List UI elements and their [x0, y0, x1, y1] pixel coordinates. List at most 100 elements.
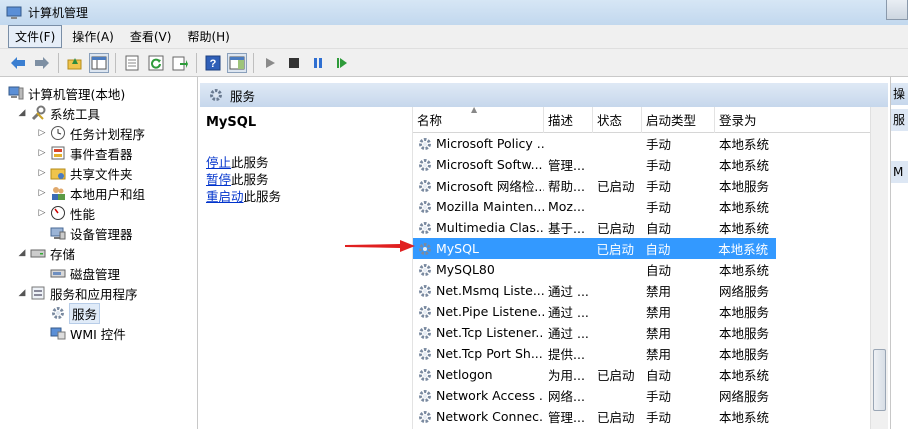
actions-pane-item[interactable]: M [891, 161, 908, 183]
forward-button[interactable] [32, 53, 52, 73]
pause-service-action: 暂停此服务 [206, 171, 404, 188]
table-row[interactable]: Net.Pipe Listene... 通过 ... 禁用 本地服务 [413, 301, 870, 322]
tree-node-wmi-control[interactable]: WMI 控件 [0, 323, 197, 343]
table-row[interactable]: Net.Tcp Listener... 通过 ... 禁用 本地服务 [413, 322, 870, 343]
column-header-description[interactable]: 描述 [544, 107, 593, 133]
service-description-cell: 提供... [548, 347, 585, 362]
up-folder-button[interactable] [65, 53, 85, 73]
collapsed-triangle-icon[interactable]: ▷ [36, 147, 48, 159]
device-manager-icon [50, 225, 66, 241]
service-description-cell: 通过 ... [548, 326, 589, 341]
vertical-scrollbar[interactable] [870, 107, 888, 429]
pause-service-button[interactable] [308, 53, 328, 73]
service-logon-cell: 本地系统 [719, 137, 770, 152]
collapsed-triangle-icon[interactable]: ▷ [36, 187, 48, 199]
menu-action[interactable]: 操作(A) [66, 26, 120, 47]
expanded-triangle-icon[interactable]: ◢ [16, 287, 28, 299]
table-row[interactable]: Net.Tcp Port Sh... 提供... 禁用 本地服务 [413, 343, 870, 364]
stop-service-button[interactable] [284, 53, 304, 73]
action-pane-icon [229, 56, 245, 69]
tree-node-performance[interactable]: ▷ 性能 [0, 203, 197, 223]
console-tree: 计算机管理(本地) ◢ 系统工具 ▷ 任务计划程序 ▷ 事件查看器 ▷ 共享文件… [0, 77, 198, 429]
export-list-button[interactable] [170, 53, 190, 73]
table-row[interactable]: Net.Msmq Liste... 通过 ... 禁用 网络服务 [413, 280, 870, 301]
tree-node-system-tools[interactable]: ◢ 系统工具 [0, 103, 197, 123]
collapsed-triangle-icon[interactable]: ▷ [36, 167, 48, 179]
actions-pane-item[interactable]: 服 [891, 109, 908, 131]
help-button[interactable]: ? [203, 53, 223, 73]
table-row[interactable]: Netlogon 为用... 已启动 自动 本地系统 [413, 364, 870, 385]
refresh-button[interactable] [146, 53, 166, 73]
pause-service-link[interactable]: 暂停 [206, 172, 231, 187]
computer-management-icon [6, 6, 22, 19]
expanded-triangle-icon[interactable]: ◢ [16, 247, 28, 259]
table-row[interactable]: Network Access ... 网络... 手动 网络服务 [413, 385, 870, 406]
service-name-cell: Multimedia Clas... [413, 220, 544, 236]
services-apps-icon [30, 285, 46, 301]
show-hide-action-pane-button[interactable] [227, 52, 247, 73]
service-name-cell: Microsoft Softw... [413, 157, 544, 173]
menu-file[interactable]: 文件(F) [8, 25, 63, 48]
tree-node-computer-management[interactable]: 计算机管理(本地) [0, 83, 197, 103]
tree-node-shared-folders[interactable]: ▷ 共享文件夹 [0, 163, 197, 183]
tree-node-device-manager[interactable]: 设备管理器 [0, 223, 197, 243]
properties-button[interactable] [122, 53, 142, 73]
pause-icon [314, 57, 322, 68]
tree-node-label: 存储 [50, 246, 76, 262]
expanded-triangle-icon[interactable]: ◢ [16, 107, 28, 119]
column-header-startup-type[interactable]: 启动类型 [642, 107, 715, 133]
service-logon-cell: 网络服务 [719, 389, 770, 404]
show-hide-tree-button[interactable] [89, 52, 109, 73]
tree-node-label: 设备管理器 [70, 226, 133, 242]
table-row[interactable]: Microsoft Softw... 管理... 手动 本地系统 [413, 154, 870, 175]
back-button[interactable] [8, 53, 28, 73]
service-name-cell: Microsoft Policy ... [413, 136, 544, 152]
scrollbar-thumb[interactable] [873, 349, 886, 411]
tree-node-services-applications[interactable]: ◢ 服务和应用程序 [0, 283, 197, 303]
service-description-cell: 基于... [548, 221, 585, 236]
start-service-button[interactable] [260, 53, 280, 73]
column-header-log-on-as[interactable]: 登录为 [715, 107, 777, 133]
toolbar-separator [58, 52, 59, 73]
menu-help[interactable]: 帮助(H) [181, 26, 235, 47]
collapsed-triangle-icon[interactable]: ▷ [36, 207, 48, 219]
service-gear-icon [419, 242, 431, 255]
column-label: 描述 [548, 113, 574, 128]
restart-service-link[interactable]: 重启动 [206, 189, 244, 204]
table-row[interactable]: MySQL 已启动 自动 本地系统 [413, 238, 776, 259]
tree-node-services[interactable]: 服务 [0, 302, 197, 324]
collapsed-triangle-icon[interactable]: ▷ [36, 127, 48, 139]
service-logon-cell: 本地系统 [719, 200, 770, 215]
service-logon-cell: 本地服务 [719, 305, 770, 320]
menu-view[interactable]: 查看(V) [124, 26, 178, 47]
restart-service-action: 重启动此服务 [206, 188, 404, 205]
table-row[interactable]: Microsoft Policy ... 手动 本地系统 [413, 133, 870, 154]
list-header: ▲ 名称 描述 状态 启动类型 登录为 [413, 107, 870, 133]
column-header-status[interactable]: 状态 [593, 107, 642, 133]
restart-service-button[interactable] [332, 53, 352, 73]
window-control-button[interactable] [886, 0, 908, 20]
table-row[interactable]: Network Connec... 管理... 已启动 手动 本地系统 [413, 406, 870, 427]
tree-node-storage[interactable]: ◢ 存储 [0, 243, 197, 263]
service-name-cell: MySQL80 [413, 262, 544, 278]
properties-icon [125, 55, 139, 70]
table-row[interactable]: MySQL80 自动 本地系统 [413, 259, 870, 280]
column-header-name[interactable]: ▲ 名称 [413, 107, 544, 133]
table-row[interactable]: Microsoft 网络检... 帮助... 已启动 手动 本地服务 [413, 175, 870, 196]
tree-node-task-scheduler[interactable]: ▷ 任务计划程序 [0, 123, 197, 143]
tree-node-event-viewer[interactable]: ▷ 事件查看器 [0, 143, 197, 163]
service-description-cell: 通过 ... [548, 305, 589, 320]
table-row[interactable]: Multimedia Clas... 基于... 已启动 自动 本地系统 [413, 217, 870, 238]
table-row[interactable]: Mozilla Mainten... Moz... 手动 本地系统 [413, 196, 870, 217]
stop-service-link[interactable]: 停止 [206, 155, 231, 170]
tree-node-local-users-groups[interactable]: ▷ 本地用户和组 [0, 183, 197, 203]
service-name-cell: Net.Tcp Port Sh... [413, 346, 544, 362]
disk-icon [50, 265, 66, 281]
service-description-cell: 帮助... [548, 179, 585, 194]
services-list: ▲ 名称 描述 状态 启动类型 登录为 Microsoft Policy ...… [412, 107, 870, 429]
actions-pane-header: 操 [891, 83, 908, 105]
selected-service-name: MySQL [206, 115, 257, 130]
tree-node-label: WMI 控件 [70, 326, 126, 342]
tree-node-disk-management[interactable]: 磁盘管理 [0, 263, 197, 283]
services-icon [210, 89, 222, 101]
